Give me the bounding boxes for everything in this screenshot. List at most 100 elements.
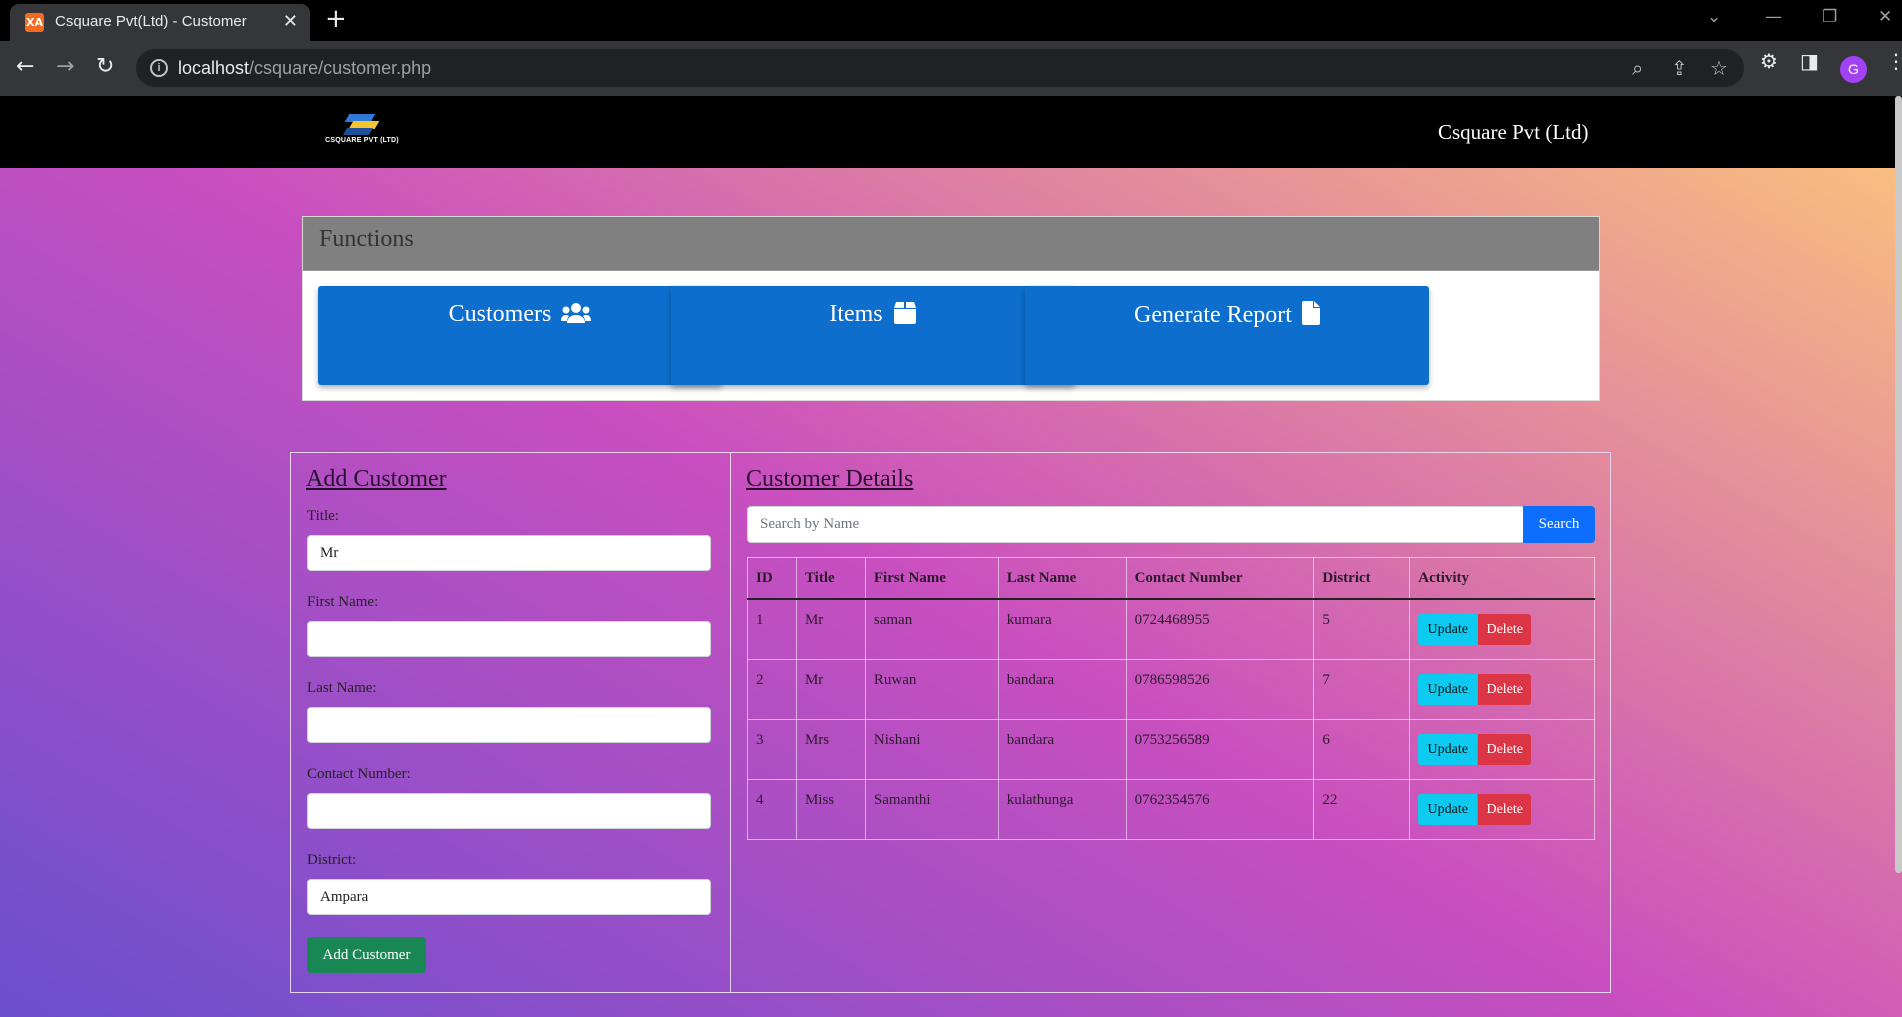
site-info-icon[interactable]: i (150, 59, 168, 77)
cell-first-name: Samanthi (864, 779, 999, 840)
restore-icon[interactable]: ❐ (1822, 7, 1837, 27)
url-host: localhost (178, 58, 250, 78)
brand-name[interactable]: Csquare Pvt (Ltd) (1438, 120, 1588, 145)
items-button[interactable]: Items (671, 286, 1075, 385)
page-body: CSQUARE PVT (LTD) Csquare Pvt (Ltd) Func… (0, 96, 1902, 1017)
zoom-icon[interactable]: ⌕ (1632, 56, 1643, 80)
customers-button[interactable]: Customers (318, 286, 722, 385)
minimize-icon[interactable]: — (1765, 7, 1782, 27)
close-window-icon[interactable]: ✕ (1878, 7, 1892, 27)
file-icon (1301, 301, 1320, 325)
cell-title: Miss (795, 779, 866, 840)
column-header-first-name: First Name (864, 557, 999, 600)
cell-contact: 0753256589 (1125, 719, 1315, 780)
contact-number-label: Contact Number: (307, 766, 411, 782)
cell-last-name: bandara (997, 719, 1127, 780)
profile-avatar[interactable]: G (1840, 56, 1867, 83)
customers-label: Customers (448, 301, 552, 327)
search-input[interactable]: Search by Name (747, 506, 1524, 543)
box-icon (893, 302, 916, 324)
update-button[interactable]: Update (1418, 794, 1478, 825)
url-text[interactable]: localhost/csquare/customer.php (178, 58, 431, 79)
reload-icon[interactable]: ↻ (96, 54, 114, 79)
column-header-title: Title (795, 557, 866, 600)
xampp-favicon-icon: XA (25, 13, 44, 32)
update-button[interactable]: Update (1418, 614, 1478, 645)
update-button[interactable]: Update (1418, 734, 1478, 765)
cell-activity: Update Delete (1409, 779, 1595, 840)
column-header-activity: Activity (1409, 557, 1595, 600)
customer-details-panel: Customer Details Search by Name Search I… (730, 452, 1611, 993)
table-row: 3 Mrs Nishani bandara 0753256589 6 Updat… (747, 719, 1595, 780)
side-panel-icon[interactable]: ◨ (1800, 49, 1819, 73)
add-customer-panel: Add Customer Title: Mr First Name: Last … (290, 452, 731, 993)
cell-contact: 0762354576 (1125, 779, 1315, 840)
new-tab-icon[interactable]: + (325, 4, 347, 34)
cell-id: 4 (747, 779, 797, 840)
cell-id: 3 (747, 719, 797, 780)
cell-first-name: Ruwan (864, 659, 999, 720)
customer-details-title: Customer Details (746, 466, 914, 492)
browser-toolbar: ← → ↻ i localhost/csquare/customer.php ⌕… (0, 41, 1902, 96)
district-select[interactable]: Ampara (307, 879, 711, 915)
district-label: District: (307, 852, 357, 868)
back-icon[interactable]: ← (16, 54, 34, 79)
search-button[interactable]: Search (1523, 506, 1595, 543)
column-header-id: ID (747, 557, 797, 600)
column-header-contact-number: Contact Number (1125, 557, 1315, 600)
bookmark-star-icon[interactable]: ☆ (1710, 56, 1728, 80)
share-icon[interactable]: ⇪ (1671, 56, 1688, 80)
delete-button[interactable]: Delete (1478, 734, 1532, 765)
table-header-row: ID Title First Name Last Name Contact Nu… (747, 557, 1595, 600)
last-name-field[interactable] (307, 707, 711, 743)
cell-first-name: saman (864, 598, 999, 660)
update-button[interactable]: Update (1418, 674, 1478, 705)
logo-text: CSQUARE PVT (LTD) (325, 137, 399, 144)
forward-icon[interactable]: → (56, 54, 74, 79)
first-name-field[interactable] (307, 621, 711, 657)
column-header-last-name: Last Name (997, 557, 1127, 600)
cell-district: 6 (1313, 719, 1411, 780)
cell-title: Mr (795, 659, 866, 720)
cell-last-name: kulathunga (997, 779, 1127, 840)
cell-last-name: kumara (997, 598, 1127, 660)
cell-contact: 0724468955 (1125, 598, 1315, 660)
cell-id: 2 (747, 659, 797, 720)
functions-card: Functions Customers Items Generate Repor… (302, 216, 1600, 401)
delete-button[interactable]: Delete (1478, 794, 1532, 825)
title-field[interactable]: Mr (307, 535, 711, 571)
functions-header: Functions (303, 217, 1599, 271)
add-customer-button[interactable]: Add Customer (307, 937, 426, 973)
cell-district: 22 (1313, 779, 1411, 840)
items-label: Items (829, 301, 883, 327)
logo-bar-navy (342, 128, 374, 135)
menu-icon[interactable]: ⋮ (1886, 49, 1902, 73)
last-name-label: Last Name: (307, 680, 377, 696)
tab-search-icon[interactable]: ⌄ (1707, 7, 1721, 27)
cell-title: Mr (795, 598, 866, 660)
site-header: CSQUARE PVT (LTD) Csquare Pvt (Ltd) (0, 96, 1902, 168)
cell-activity: Update Delete (1409, 719, 1595, 780)
browser-tab-strip: XA Csquare Pvt(Ltd) - Customer ✕ + ⌄ — ❐… (0, 0, 1902, 41)
customer-table: ID Title First Name Last Name Contact Nu… (747, 557, 1595, 840)
add-customer-title: Add Customer (306, 466, 447, 492)
browser-tab[interactable]: XA Csquare Pvt(Ltd) - Customer ✕ (10, 4, 310, 41)
delete-button[interactable]: Delete (1478, 674, 1532, 705)
cell-first-name: Nishani (864, 719, 999, 780)
generate-report-label: Generate Report (1134, 302, 1292, 328)
cell-district: 5 (1313, 598, 1411, 660)
cell-district: 7 (1313, 659, 1411, 720)
first-name-label: First Name: (307, 594, 379, 610)
generate-report-button[interactable]: Generate Report (1025, 286, 1429, 385)
page-scrollbar[interactable] (1895, 96, 1902, 873)
cell-contact: 0786598526 (1125, 659, 1315, 720)
contact-number-field[interactable] (307, 793, 711, 829)
delete-button[interactable]: Delete (1478, 614, 1532, 645)
cell-activity: Update Delete (1409, 598, 1595, 660)
extensions-icon[interactable]: ⚙ (1760, 49, 1778, 73)
tab-close-icon[interactable]: ✕ (283, 11, 298, 32)
users-icon (561, 303, 592, 323)
company-logo[interactable]: CSQUARE PVT (LTD) (310, 114, 410, 148)
address-bar[interactable]: i localhost/csquare/customer.php ⌕ ⇪ ☆ (136, 49, 1744, 87)
table-row: 4 Miss Samanthi kulathunga 0762354576 22… (747, 779, 1595, 840)
